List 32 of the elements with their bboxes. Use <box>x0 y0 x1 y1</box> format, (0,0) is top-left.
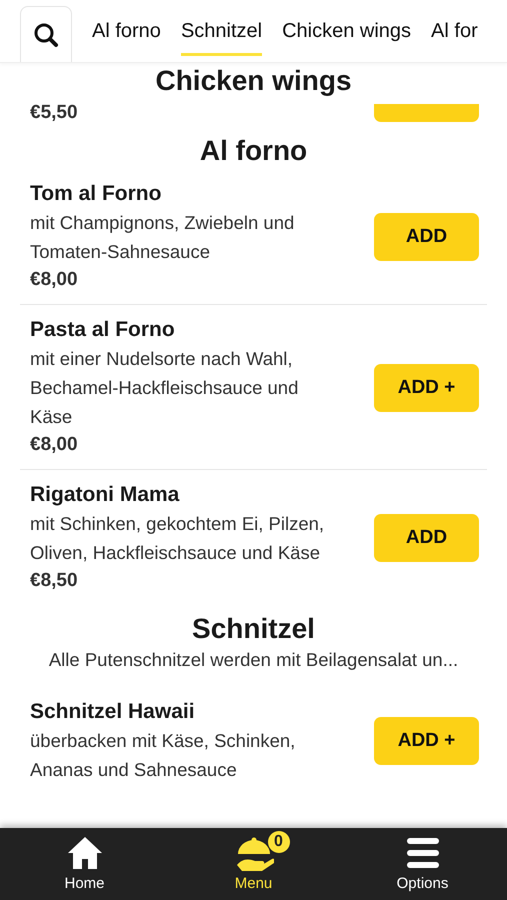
category-tab[interactable]: Al forno <box>92 20 161 56</box>
add-button[interactable]: ADD <box>374 213 479 261</box>
add-button[interactable]: ADD + <box>374 717 479 765</box>
item-description: überbacken mit Käse, Schinken, Ananas und Sahnesauce <box>30 729 296 782</box>
item-name: Rigatoni Mama <box>30 482 180 508</box>
search-icon <box>33 22 59 48</box>
category-tab[interactable]: Al for <box>431 20 478 56</box>
section-note: Alle Putenschnitzel werden mit Beilagensalat un... <box>48 648 460 672</box>
item-name: Pasta al Forno <box>30 317 176 343</box>
home-icon <box>66 835 104 871</box>
item-price: €8,00 <box>30 268 79 292</box>
nav-home-button[interactable]: Home <box>0 828 169 900</box>
cart-count-badge: 0 <box>268 831 290 853</box>
add-button[interactable]: ADD + <box>374 364 479 412</box>
category-tab[interactable]: Schnitzel <box>180 20 262 56</box>
item-price: €5,50 <box>30 101 79 125</box>
search-button[interactable] <box>20 6 72 62</box>
section-title: Chicken wings <box>154 64 353 98</box>
item-description: mit Schinken, gekochtem Ei, Pilzen, Oliven, Hackfleischsauce und Käse <box>30 512 326 565</box>
section-title: Schnitzel <box>191 612 316 646</box>
item-price: €8,50 <box>30 569 79 593</box>
category-tab[interactable]: Chicken wings <box>282 20 412 56</box>
item-name: Schnitzel Hawaii <box>30 699 196 725</box>
nav-options-button[interactable]: Options <box>338 828 507 900</box>
section-title: Al forno <box>198 134 308 168</box>
nav-menu-button[interactable]: 0 Menu <box>169 828 338 900</box>
item-description: mit einer Nudelsorte nach Wahl, Bechamel-Hackfleischsauce und Käse <box>30 347 300 429</box>
menu-icon <box>404 835 440 871</box>
item-name: Tom al Forno <box>30 181 162 207</box>
item-price: €8,00 <box>30 433 79 457</box>
add-button[interactable]: ADD <box>374 514 479 562</box>
item-description: mit Champignons, Zwiebeln und Tomaten-Sahnesauce <box>30 211 296 264</box>
